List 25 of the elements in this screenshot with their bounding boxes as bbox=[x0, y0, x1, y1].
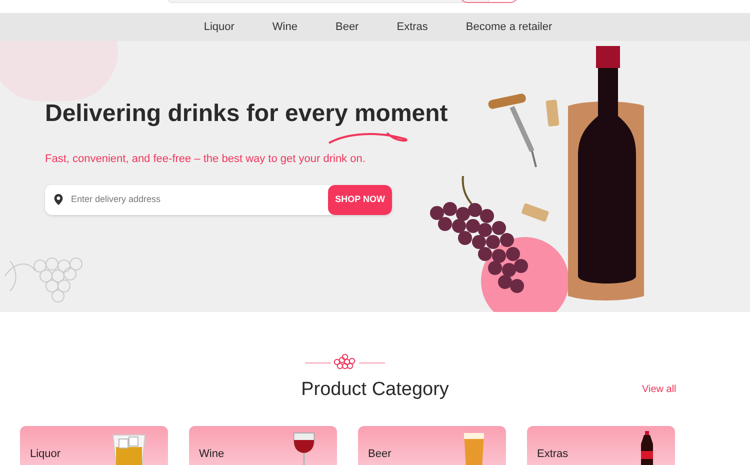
category-card[interactable]: Beer bbox=[358, 426, 506, 465]
category-label: Extras bbox=[537, 448, 568, 461]
section-title: Product Category bbox=[301, 378, 449, 402]
category-label: Beer bbox=[368, 448, 392, 461]
shop-now-button[interactable]: SHOP NOW bbox=[328, 184, 392, 214]
category-label: Liquor bbox=[30, 448, 61, 461]
nav-link[interactable]: Wine bbox=[272, 18, 298, 36]
beer-glass-icon bbox=[462, 431, 486, 465]
cork-drawing bbox=[545, 98, 561, 128]
nav-link[interactable]: Become a retailer bbox=[466, 18, 552, 36]
category-label: Wine bbox=[199, 448, 224, 461]
category-card[interactable]: Liquor bbox=[20, 426, 168, 465]
nav-link[interactable]: Beer bbox=[335, 18, 359, 36]
hero-title: Delivering drinks for every moment bbox=[45, 99, 448, 129]
address-search-bar[interactable]: Enter delivery address SHOP NOW bbox=[45, 184, 392, 214]
nav-link[interactable]: Liquor bbox=[204, 18, 234, 36]
grapes-divider-icon bbox=[305, 354, 385, 372]
wine-glass-icon bbox=[291, 431, 317, 465]
location-pin-icon bbox=[54, 194, 63, 205]
category-card[interactable]: Extras bbox=[527, 426, 675, 465]
soda-bottle-icon bbox=[639, 431, 655, 465]
category-card[interactable]: Wine bbox=[189, 426, 337, 465]
view-all-link[interactable]: View all bbox=[642, 382, 676, 397]
nav-link[interactable]: Extras bbox=[396, 18, 428, 36]
hero-subtitle: Fast, convenient, and fee-free – the best way to get your drink on. bbox=[45, 152, 366, 167]
